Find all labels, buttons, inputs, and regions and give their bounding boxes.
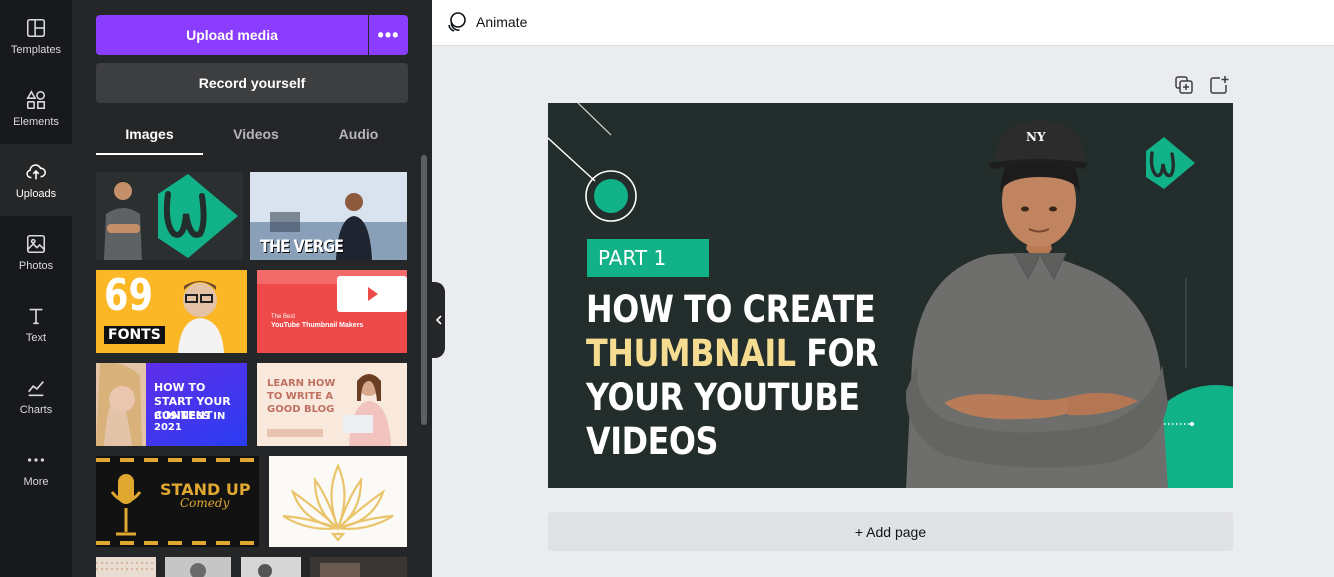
thumbnail-image (96, 456, 259, 547)
add-page-icon (1210, 76, 1229, 94)
animate-button[interactable]: Animate (446, 11, 527, 33)
thumbnail-caption: YouTube Thumbnail Makers (271, 322, 364, 329)
uploads-icon (26, 163, 46, 179)
editor-toolbar: Animate (432, 0, 1334, 46)
upload-thumbnail[interactable]: LEARN HOW TO WRITE A GOOD BLOG (257, 363, 407, 446)
upload-thumbnail[interactable]: HOW TO START YOUR CONTENT BUSINESS IN 20… (96, 363, 247, 446)
collapse-panel-button[interactable] (432, 282, 445, 358)
tab-audio[interactable]: Audio (309, 115, 408, 155)
left-rail: Templates Elements Uploads Photos Text C… (0, 0, 72, 577)
charts-icon (28, 380, 44, 396)
animate-icon (448, 12, 466, 32)
upload-thumbnail[interactable] (165, 557, 231, 577)
photos-icon (26, 234, 46, 253)
upload-thumbnail[interactable] (269, 456, 407, 547)
upload-media-button[interactable]: Upload media (96, 15, 368, 55)
thumbnail-title: The Best (271, 314, 296, 320)
rail-item-templates[interactable]: Templates (0, 0, 72, 72)
rail-item-text[interactable]: Text (0, 288, 72, 360)
rail-item-photos[interactable]: Photos (0, 216, 72, 288)
tab-videos[interactable]: Videos (203, 115, 309, 155)
rail-label: More (23, 475, 49, 488)
tab-images[interactable]: Images (96, 115, 203, 155)
templates-icon (26, 18, 46, 37)
thumbnail-caption: Comedy (180, 496, 230, 510)
rail-label: Uploads (15, 187, 57, 200)
upload-thumbnail[interactable] (310, 557, 407, 577)
thumbnail-image (96, 172, 243, 260)
elements-icon (26, 89, 46, 109)
rail-label: Photos (18, 259, 54, 272)
thumbnail-title: 69 (104, 270, 153, 321)
headline-line-2-rest: FOR (795, 332, 879, 375)
more-icon (27, 457, 45, 462)
headline-line-2: THUMBNAIL FOR (586, 332, 879, 376)
upload-thumbnail[interactable]: 69 FONTS (96, 270, 247, 353)
thumbnail-image (165, 557, 231, 577)
duplicate-icon (1175, 76, 1193, 94)
part-badge: PART 1 (587, 239, 709, 277)
upload-options-button[interactable]: ••• (369, 15, 408, 55)
thumbnail-caption: FONTS (104, 326, 165, 344)
thumbnail-title: LEARN HOW TO WRITE A GOOD BLOG (267, 378, 336, 415)
headline-line-3: YOUR YOUTUBE (586, 376, 860, 419)
headline-highlight: THUMBNAIL (586, 332, 796, 375)
rail-item-more[interactable]: More (0, 432, 72, 504)
upload-thumbnail[interactable] (96, 557, 156, 577)
media-tabs: Images Videos Audio (96, 115, 408, 155)
animate-label: Animate (476, 14, 528, 30)
add-new-page-button[interactable] (1208, 74, 1230, 96)
add-page-button[interactable]: + Add page (548, 512, 1233, 551)
design-headline: HOW TO CREATE THUMBNAIL FOR YOUR YOUTUBE… (586, 288, 879, 464)
rail-label: Elements (13, 115, 59, 128)
upload-thumbnail[interactable]: The Best YouTube Thumbnail Makers (257, 270, 407, 353)
rail-label: Text (25, 331, 47, 344)
thumbnail-image (241, 557, 301, 577)
upload-thumbnail[interactable]: STAND UP Comedy (96, 456, 259, 547)
rail-label: Charts (19, 403, 53, 416)
lotus-logo-image (269, 456, 407, 547)
panel-scrollbar[interactable] (421, 155, 427, 425)
upload-thumbnail[interactable]: THE VERGE (250, 172, 407, 260)
rail-item-uploads[interactable]: Uploads (0, 144, 72, 216)
thumbnail-caption: BUSINESS IN 2021 (154, 411, 226, 433)
thumbnail-image (257, 270, 407, 353)
chevron-left-icon (435, 315, 442, 325)
thumbnail-title: THE VERGE (260, 237, 344, 257)
design-canvas[interactable]: NY PART 1 HOW TO CREATE THUMBNAIL FOR YO… (548, 103, 1233, 488)
upload-thumbnail[interactable] (241, 557, 301, 577)
thumbnail-image (96, 557, 156, 577)
upload-thumbnail[interactable] (96, 172, 243, 260)
thumbnail-image (310, 557, 407, 577)
headline-line-4: VIDEOS (586, 420, 719, 463)
svg-text:NY: NY (1026, 130, 1046, 144)
uploads-panel: Upload media ••• Record yourself Images … (72, 0, 432, 577)
rail-item-charts[interactable]: Charts (0, 360, 72, 432)
text-icon (29, 308, 43, 324)
headline-line-1: HOW TO CREATE (586, 288, 876, 331)
record-yourself-button[interactable]: Record yourself (96, 63, 408, 103)
rail-item-elements[interactable]: Elements (0, 72, 72, 144)
rail-label: Templates (10, 43, 62, 56)
duplicate-page-button[interactable] (1173, 74, 1195, 96)
